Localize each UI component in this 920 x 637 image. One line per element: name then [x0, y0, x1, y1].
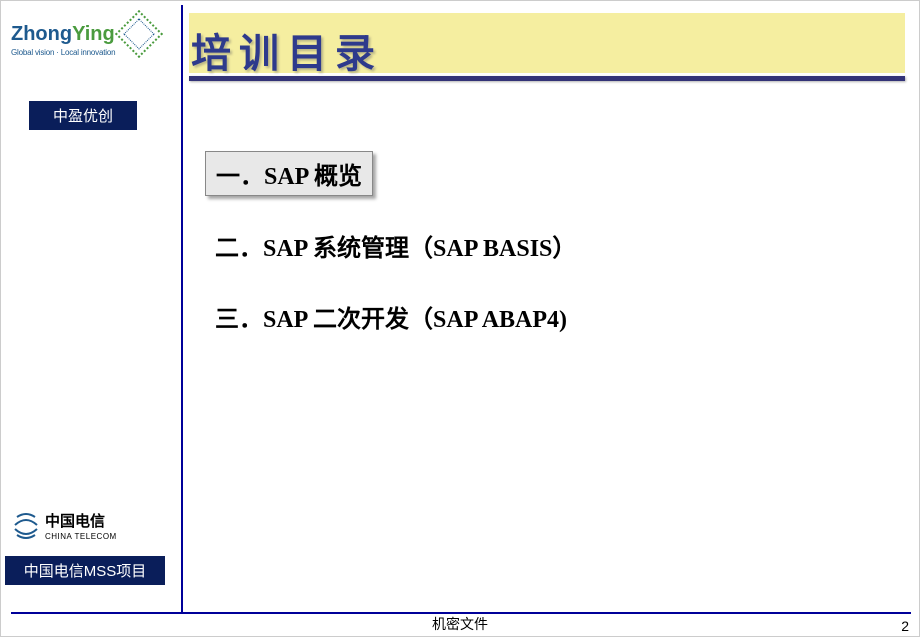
- slide-title: 培训目录: [191, 21, 383, 79]
- page-number: 2: [901, 618, 909, 634]
- toc-content: 一．SAP 概览 二．SAP 系统管理（SAP BASIS） 三．SAP 二次开…: [205, 151, 845, 366]
- telecom-name: 中国电信: [45, 510, 117, 531]
- title-underline: [189, 76, 905, 81]
- company-badge: 中盈优创: [29, 101, 137, 130]
- toc-item-3: 三．SAP 二次开发（SAP ABAP4): [205, 295, 845, 338]
- left-sidebar: ZhongYing Global vision · Local innovati…: [1, 1, 181, 613]
- telecom-subname: CHINA TELECOM: [45, 532, 117, 541]
- project-badge: 中国电信MSS项目: [5, 556, 165, 585]
- vertical-divider: [181, 5, 183, 613]
- china-telecom-logo: 中国电信 CHINA TELECOM: [13, 510, 117, 541]
- zhongying-logo: ZhongYing Global vision · Local innovati…: [11, 23, 171, 57]
- footer-confidential: 机密文件: [432, 614, 488, 634]
- toc-item-1: 一．SAP 概览: [205, 151, 373, 196]
- toc-item-2: 二．SAP 系统管理（SAP BASIS）: [205, 224, 845, 267]
- china-telecom-icon: [13, 511, 39, 541]
